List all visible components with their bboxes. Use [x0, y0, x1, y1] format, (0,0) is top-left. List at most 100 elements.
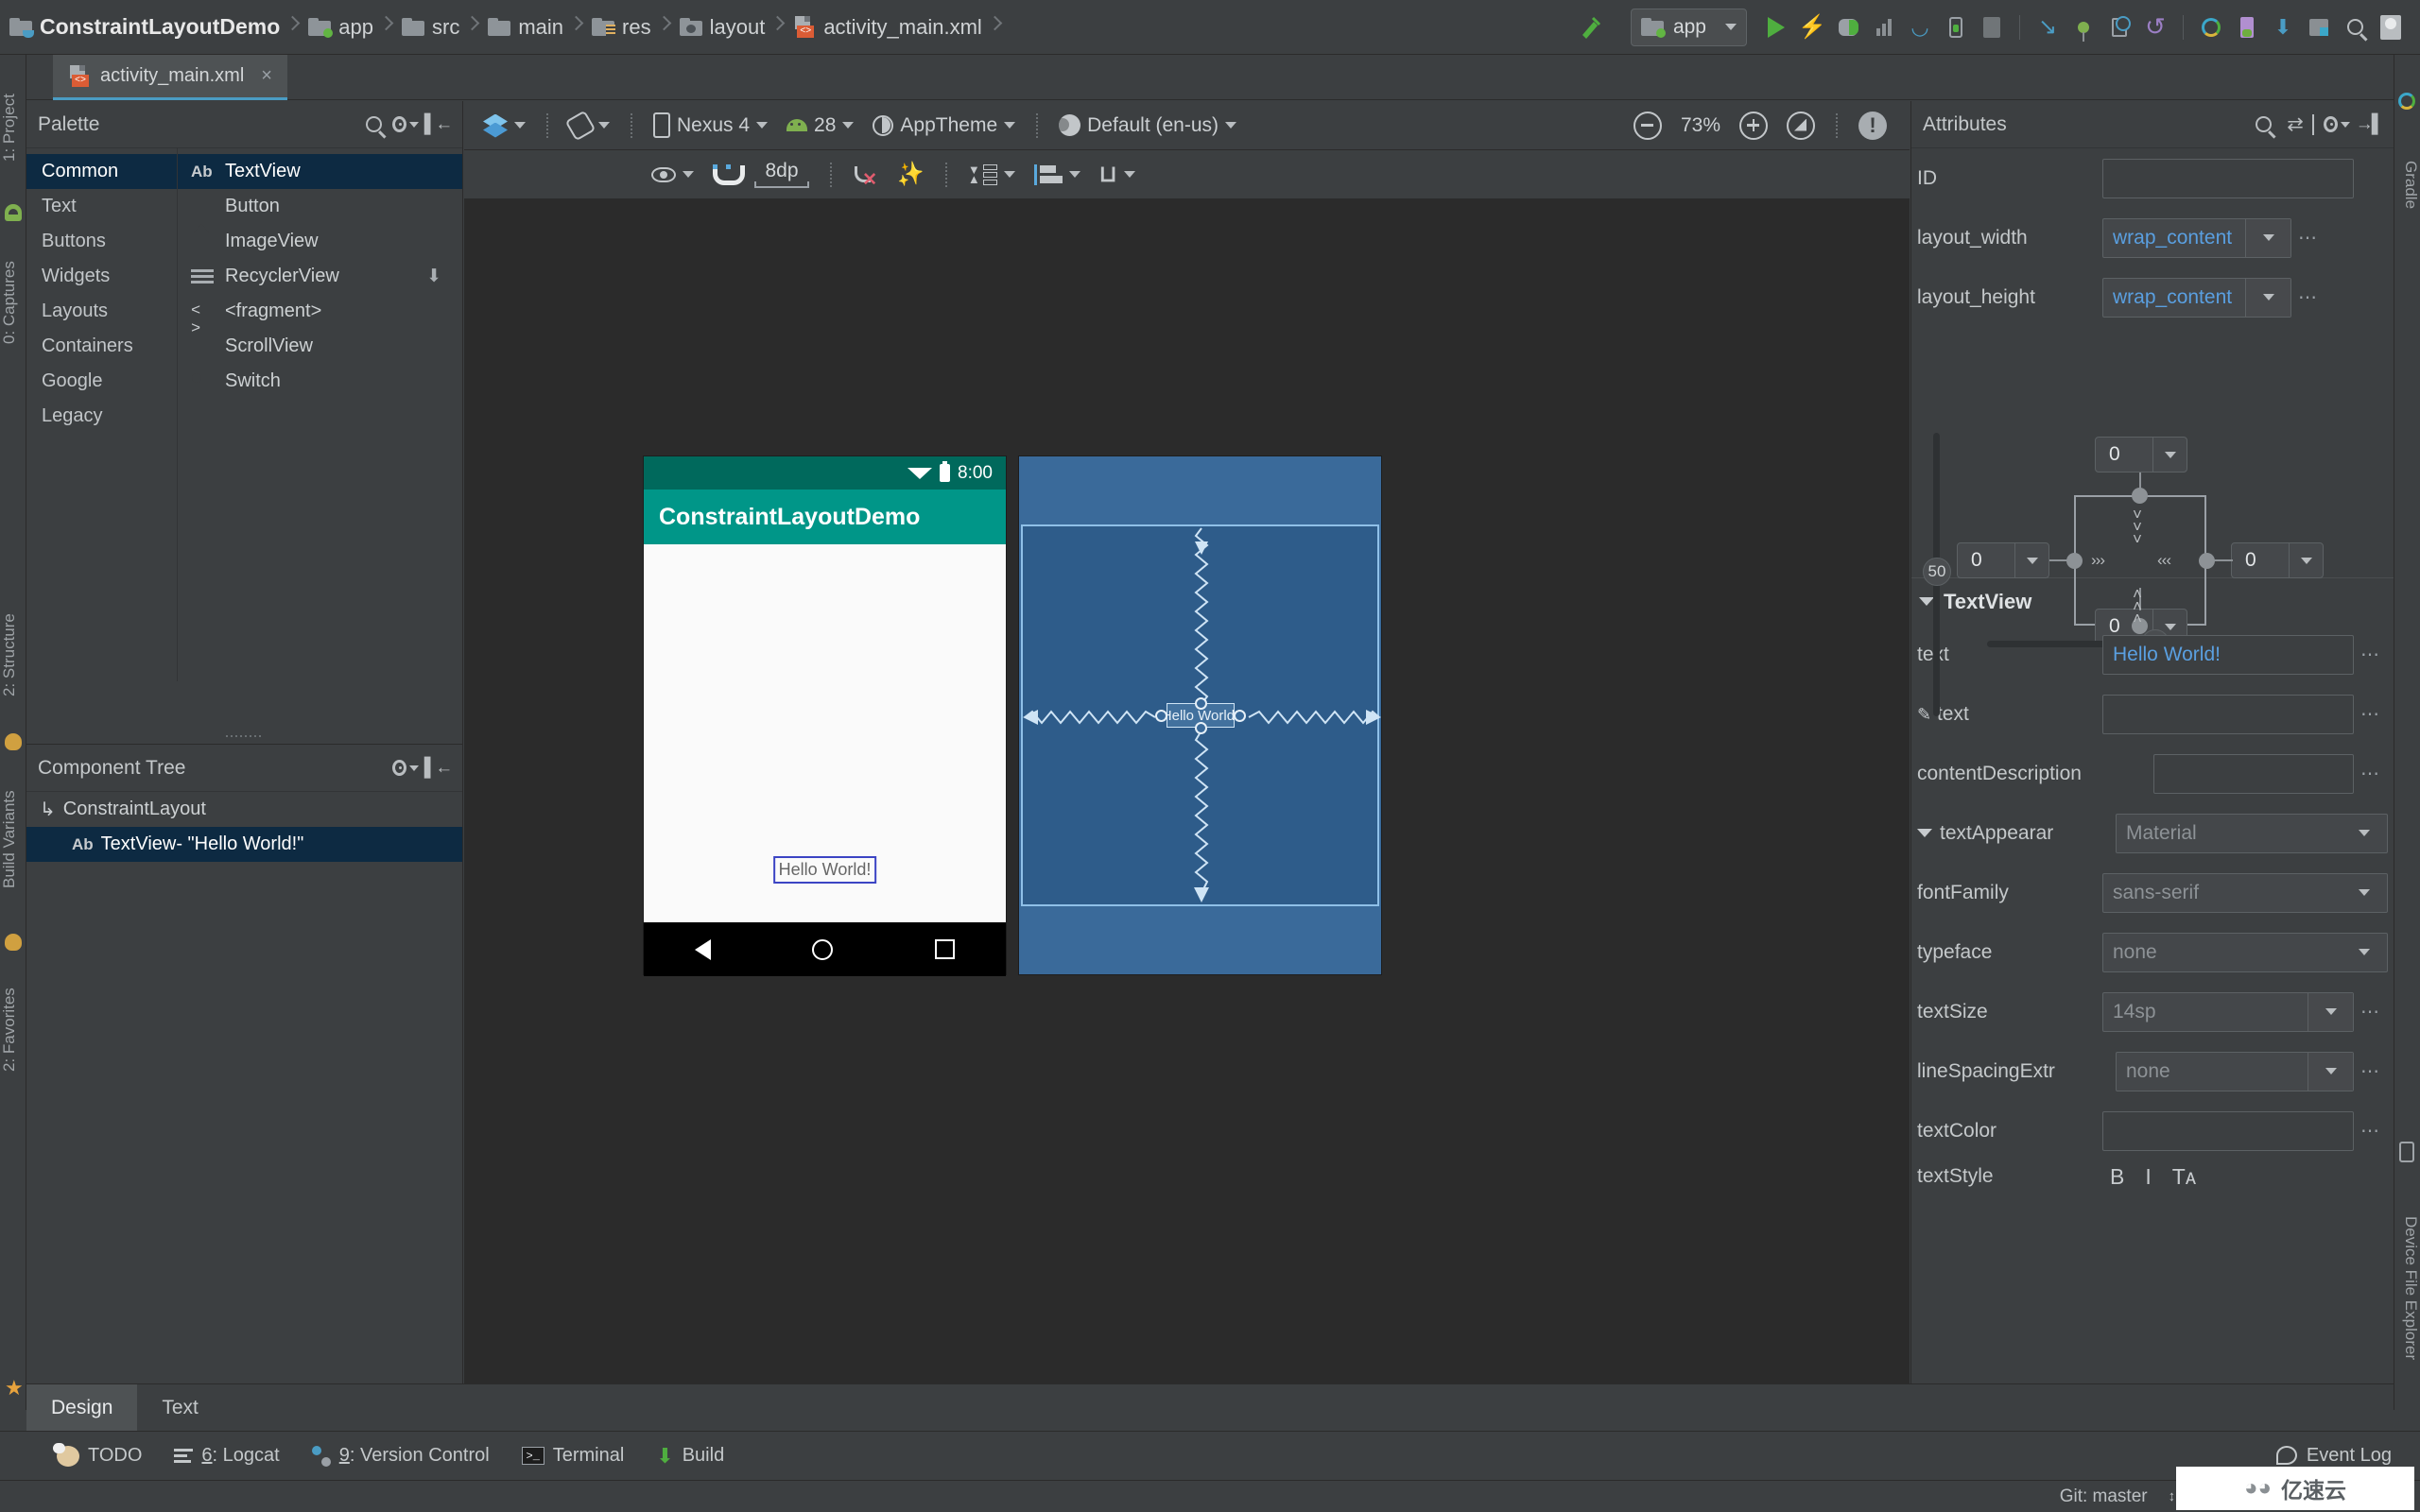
right-margin-field[interactable]: 0	[2231, 542, 2324, 578]
layout-width-dropdown[interactable]: wrap_content	[2102, 217, 2291, 258]
sidebar-item-project[interactable]: 1: Project	[0, 57, 26, 198]
text-size-dropdown[interactable]: 14sp	[2102, 991, 2354, 1032]
palette-category-widgets[interactable]: Widgets	[26, 259, 177, 294]
sidebar-item-gradle[interactable]: Gradle	[2394, 129, 2420, 242]
attach-debugger-icon[interactable]	[1940, 11, 1972, 43]
sidebar-item-captures[interactable]: 0: Captures	[0, 227, 26, 378]
avd-manager-icon[interactable]	[2231, 11, 2263, 43]
palette-category-common[interactable]: Common	[26, 154, 177, 189]
breadcrumb-project[interactable]: ConstraintLayoutDemo	[0, 0, 285, 55]
bottom-anchor-handle[interactable]	[1194, 722, 1207, 734]
collapse-icon[interactable]: ▌←	[424, 112, 453, 138]
palette-resize-handle[interactable]	[26, 729, 463, 744]
device-selector[interactable]: Nexus 4	[646, 107, 775, 145]
run-configuration-selector[interactable]: app	[1630, 8, 1747, 46]
palette-item-scrollview[interactable]: ScrollView	[178, 329, 462, 364]
text-field[interactable]: Hello World!	[2102, 634, 2354, 675]
search-icon[interactable]	[360, 112, 387, 138]
hammer-build-icon[interactable]	[1574, 11, 1606, 43]
palette-item-recyclerview[interactable]: RecyclerView ⬇	[178, 259, 462, 294]
sidebar-item-favorites[interactable]: 2: Favorites	[0, 954, 26, 1106]
zoom-in-button[interactable]	[1732, 107, 1775, 145]
more-options-icon[interactable]: ⋯	[2354, 1119, 2388, 1143]
sync-gradle-icon[interactable]	[2195, 11, 2227, 43]
layout-height-dropdown[interactable]: wrap_content	[2102, 277, 2291, 318]
guideline-button[interactable]: ⊔	[1092, 156, 1143, 194]
design-mode-selector[interactable]	[475, 107, 533, 145]
gradle-sync-icon[interactable]	[2398, 93, 2415, 110]
id-field[interactable]	[2102, 158, 2354, 198]
typeface-dropdown[interactable]: none	[2102, 932, 2388, 972]
tool-window-build[interactable]: ⬇ Build	[656, 1444, 724, 1469]
gear-icon[interactable]	[392, 112, 419, 138]
default-margin-selector[interactable]: 8dp	[747, 156, 817, 194]
autoconnect-button[interactable]	[705, 156, 745, 194]
italic-button[interactable]: I	[2145, 1164, 2151, 1190]
line-spacing-dropdown[interactable]: none	[2116, 1051, 2354, 1091]
palette-item-textview[interactable]: Ab TextView	[178, 154, 462, 189]
gear-icon[interactable]	[392, 755, 419, 782]
design-text-field[interactable]	[2102, 694, 2354, 734]
clear-constraints-button[interactable]: ✕	[845, 156, 885, 194]
more-options-icon[interactable]: ⋯	[2354, 702, 2388, 726]
tree-row-constraintlayout[interactable]: ↳ ConstraintLayout	[26, 792, 462, 827]
left-constraint-anchor[interactable]	[2066, 553, 2083, 569]
api-level-selector[interactable]: 28	[779, 107, 861, 145]
vertical-bias-value[interactable]: 50	[1923, 558, 1951, 586]
bold-button[interactable]: B	[2110, 1164, 2124, 1190]
text-appearance-dropdown[interactable]: Material	[2116, 813, 2388, 853]
breadcrumb-app[interactable]: app	[299, 0, 379, 55]
palette-category-text[interactable]: Text	[26, 189, 177, 224]
palette-category-google[interactable]: Google	[26, 364, 177, 399]
search-icon[interactable]	[2250, 112, 2276, 138]
content-description-field[interactable]	[2153, 753, 2354, 794]
sdk-manager-icon[interactable]: ⬇	[2267, 11, 2299, 43]
home-icon[interactable]	[812, 938, 834, 960]
tool-window-logcat[interactable]: 6: Logcat	[174, 1445, 280, 1467]
debug-icon[interactable]	[1832, 11, 1864, 43]
textview-widget-design[interactable]: Hello World!	[772, 856, 877, 884]
sidebar-item-device-file-explorer[interactable]: Device File Explorer	[2394, 1170, 2420, 1406]
undo-icon[interactable]: ↺	[2139, 11, 2171, 43]
collapse-icon[interactable]: ▌←	[424, 755, 453, 782]
issues-button[interactable]: !	[1851, 107, 1910, 145]
collapse-icon[interactable]: →▌	[2356, 112, 2384, 138]
breadcrumb-file[interactable]: <> activity_main.xml	[784, 0, 987, 55]
all-caps-button[interactable]: Tᴀ	[2172, 1164, 2196, 1190]
infer-constraints-button[interactable]: ✨	[889, 156, 932, 194]
breadcrumb-src[interactable]: src	[392, 0, 465, 55]
left-margin-field[interactable]: 0	[1957, 542, 2049, 578]
project-structure-icon[interactable]	[2303, 11, 2335, 43]
breadcrumb-main[interactable]: main	[478, 0, 569, 55]
palette-item-switch[interactable]: Switch	[178, 364, 462, 399]
gear-icon[interactable]	[2324, 112, 2350, 138]
orientation-selector[interactable]	[562, 107, 617, 145]
text-color-field[interactable]	[2102, 1110, 2354, 1151]
avd-balloon-icon[interactable]	[2067, 11, 2100, 43]
tool-window-todo[interactable]: TODO	[53, 1442, 142, 1467]
android-profiler-icon[interactable]: ◡	[1904, 11, 1936, 43]
search-everywhere-icon[interactable]	[2339, 11, 2371, 43]
palette-item-imageview[interactable]: ImageView	[178, 224, 462, 259]
run-icon[interactable]	[1760, 11, 1792, 43]
locale-selector[interactable]: Default (en-us)	[1051, 107, 1244, 145]
tree-row-textview[interactable]: Ab TextView- "Hello World!"	[26, 827, 462, 862]
palette-category-containers[interactable]: Containers	[26, 329, 177, 364]
more-options-icon[interactable]: ⋯	[2354, 762, 2388, 785]
top-constraint-anchor[interactable]	[2132, 488, 2148, 504]
tab-design[interactable]: Design	[26, 1383, 138, 1432]
right-anchor-handle[interactable]	[1233, 710, 1246, 722]
font-family-dropdown[interactable]: sans-serif	[2102, 872, 2388, 913]
palette-item-button[interactable]: Button	[178, 189, 462, 224]
pack-button[interactable]: ▼ ▲	[960, 156, 1023, 194]
left-anchor-handle[interactable]	[1154, 710, 1167, 722]
sidebar-item-structure[interactable]: 2: Structure	[0, 579, 26, 730]
swap-icon[interactable]: ⇄	[2282, 112, 2308, 138]
design-canvas[interactable]: 8:00 ConstraintLayoutDemo Hello World! H…	[464, 200, 1910, 1383]
sidebar-item-build-variants[interactable]: Build Variants	[0, 754, 26, 924]
stop-icon[interactable]	[1976, 11, 2008, 43]
user-avatar-icon[interactable]	[2375, 11, 2407, 43]
more-options-icon[interactable]: ⋯	[2354, 1000, 2388, 1023]
palette-item-fragment[interactable]: < > <fragment>	[178, 294, 462, 338]
profile-icon[interactable]	[1868, 11, 1900, 43]
